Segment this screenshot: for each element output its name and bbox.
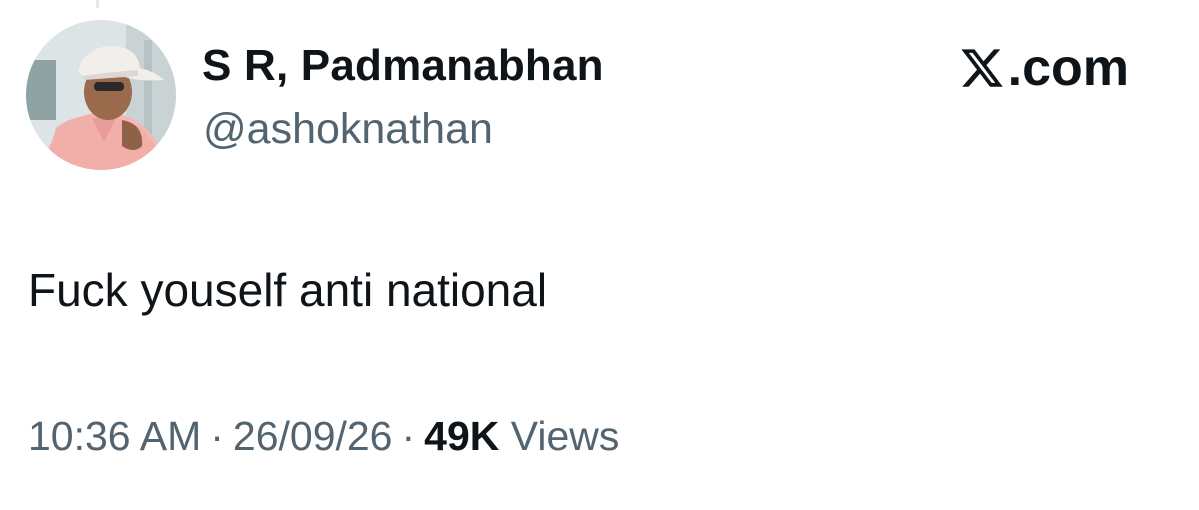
x-com-brand: .com xyxy=(959,40,1129,96)
tweet-card: S R, Padmanabhan @ashoknathan .com Fuck … xyxy=(0,0,1199,510)
meta-separator: · xyxy=(401,413,416,459)
views-count[interactable]: 49K xyxy=(424,413,499,459)
tweet-time[interactable]: 10:36 AM xyxy=(28,413,201,459)
x-logo-icon xyxy=(959,45,1005,91)
views-label: Views xyxy=(510,413,620,459)
thread-line xyxy=(96,0,99,8)
avatar[interactable] xyxy=(26,20,176,170)
tweet-text: Fuck youself anti national xyxy=(28,264,548,316)
tweet-meta: 10:36 AM · 26/09/26 · 49K Views xyxy=(28,412,619,460)
brand-domain: .com xyxy=(1007,39,1129,97)
display-name[interactable]: S R, Padmanabhan xyxy=(202,40,604,92)
meta-separator: · xyxy=(210,413,224,459)
user-handle[interactable]: @ashoknathan xyxy=(203,104,493,154)
avatar-image xyxy=(26,20,176,170)
tweet-date[interactable]: 26/09/26 xyxy=(233,413,393,459)
